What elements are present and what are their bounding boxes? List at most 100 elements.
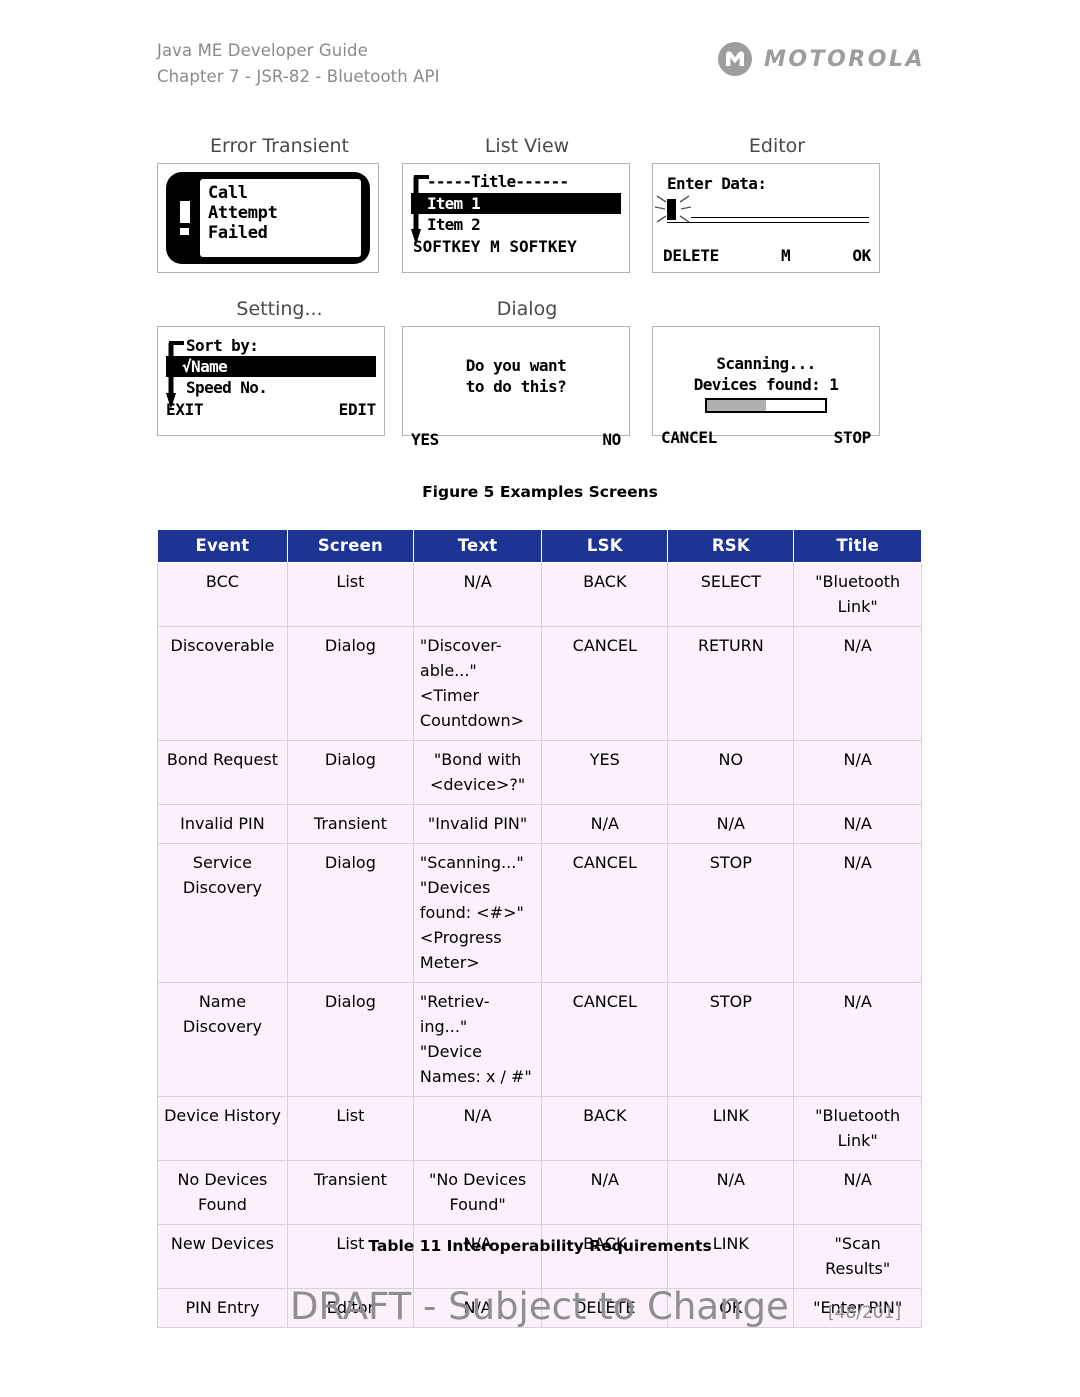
- table-row: BCC List N/A BACK SELECT "Bluetooth Link": [157, 562, 922, 627]
- list-item-selected[interactable]: Item 1: [411, 193, 621, 214]
- mockup-label-progress: [652, 298, 902, 320]
- figure-caption: Figure 5 Examples Screens: [422, 483, 658, 501]
- table-row: No Devices Found Transient "No Devices Fou…: [157, 1160, 922, 1225]
- cell-screen: Dialog: [286, 843, 414, 983]
- cell-text: "Discover-able..." <Timer Countdown>: [412, 626, 543, 741]
- cell-text: "Bond with <device>?": [412, 740, 543, 805]
- table-row: Invalid PIN Transient "Invalid PIN" N/A N/A N…: [157, 804, 922, 844]
- mockup-editor: Editor Enter Data: DELETE M OK: [652, 135, 902, 273]
- cell-title: N/A: [793, 982, 922, 1097]
- page-footer: DRAFT - Subject to Change [48/201]: [0, 1285, 1080, 1345]
- cell-screen: List: [286, 1096, 414, 1161]
- table-caption: Table 11 Interoperability Requirements: [368, 1237, 712, 1255]
- mockup-row-bottom: Setting... Sort by: √Name Speed No. EXIT…: [157, 298, 947, 449]
- cell-rsk: LINK: [667, 1096, 795, 1161]
- list-softkey-bar[interactable]: SOFTKEY M SOFTKEY: [411, 236, 621, 257]
- table-row: New Devices List N/A BACK LINK "Scan Results": [157, 1224, 922, 1289]
- phone-screen-setting: Sort by: √Name Speed No. EXIT EDIT: [157, 326, 385, 436]
- editor-line-2: [667, 222, 869, 223]
- mockup-label-dialog: Dialog: [496, 298, 558, 320]
- cell-title: "Scan Results": [793, 1224, 922, 1289]
- cell-rsk: STOP: [667, 843, 795, 983]
- progress-rsk[interactable]: STOP: [834, 428, 872, 447]
- motorola-logo: MOTOROLA: [718, 42, 925, 76]
- table-row: Name Discovery Dialog "Retriev-ing..." "Dev…: [157, 982, 922, 1097]
- list-title-line: -----Title------: [427, 172, 569, 191]
- cell-title: "Bluetooth Link": [793, 562, 922, 627]
- cell-lsk: CANCEL: [541, 982, 669, 1097]
- cell-rsk: RETURN: [667, 626, 795, 741]
- column-header-event: Event: [157, 529, 288, 563]
- cell-lsk: BACK: [541, 1096, 669, 1161]
- phone-screen-editor: Enter Data: DELETE M OK: [652, 163, 880, 273]
- setting-softkey-bar: EXIT EDIT: [166, 399, 376, 420]
- transient-line-3: Failed: [208, 223, 268, 243]
- table-header-row: Event Screen Text LSK RSK Title: [157, 529, 922, 563]
- setting-title-line: Sort by:: [186, 336, 259, 355]
- setting-item[interactable]: Speed No.: [166, 377, 376, 398]
- cell-screen: Dialog: [286, 740, 414, 805]
- cell-rsk: N/A: [667, 1160, 795, 1225]
- cell-rsk: STOP: [667, 982, 795, 1097]
- progress-softkey-bar: CANCEL STOP: [661, 428, 871, 447]
- cell-screen: Transient: [286, 1160, 414, 1225]
- editor-input-row[interactable]: [654, 195, 871, 223]
- mockup-label-error-transient: Error Transient: [209, 135, 350, 157]
- dialog-lsk[interactable]: YES: [411, 430, 439, 449]
- progress-lsk[interactable]: CANCEL: [661, 428, 717, 447]
- page-number: [48/201]: [828, 1303, 902, 1323]
- header-chapter: Chapter 7 - JSR-82 - Bluetooth API: [157, 67, 440, 86]
- transient-line-2: Attempt: [208, 203, 278, 223]
- cell-title: N/A: [793, 740, 922, 805]
- cell-rsk: SELECT: [667, 562, 795, 627]
- cell-text: N/A: [412, 562, 543, 627]
- cell-lsk: BACK: [541, 562, 669, 627]
- mockup-list-view: List View -----Title------ Item 1 Item 2…: [402, 135, 652, 273]
- phone-screen-list: -----Title------ Item 1 Item 2 SOFTKEY M…: [402, 163, 630, 273]
- cell-text: "Scanning..." "Devices found: <#>" <Progre…: [412, 843, 543, 983]
- cell-text: N/A: [412, 1224, 543, 1289]
- mockup-progress: Scanning... Devices found: 1 CANCEL STOP: [652, 298, 902, 447]
- cell-rsk: NO: [667, 740, 795, 805]
- motorola-wordmark: MOTOROLA: [764, 46, 925, 72]
- exclamation-icon: [177, 201, 192, 235]
- editor-rsk[interactable]: OK: [852, 246, 871, 266]
- cell-rsk: N/A: [667, 804, 795, 844]
- editor-lsk[interactable]: DELETE: [663, 246, 719, 266]
- table-row: Discoverable Dialog "Discover-able..." <Tim…: [157, 626, 922, 741]
- dialog-softkey-bar: YES NO: [411, 430, 621, 449]
- mockup-label-setting: Setting...: [236, 298, 323, 320]
- cell-event: No Devices Found: [157, 1160, 288, 1225]
- phone-screen-transient: Call Attempt Failed: [157, 163, 379, 273]
- example-screens-figure: Error Transient Call Attempt Failed List: [0, 135, 1080, 465]
- cell-title: N/A: [793, 804, 922, 844]
- mockup-label-editor: Editor: [748, 135, 806, 157]
- dialog-message-line-2: to do this?: [465, 377, 567, 396]
- editor-msk[interactable]: M: [781, 246, 791, 266]
- dialog-message-line-1: Do you want: [465, 356, 567, 375]
- page-header: Java ME Developer Guide Chapter 7 - JSR-…: [0, 38, 1080, 98]
- mockup-row-top: Error Transient Call Attempt Failed List: [157, 135, 947, 273]
- phone-screen-dialog: Do you want to do this? YES NO: [402, 326, 630, 449]
- transient-line-1: Call: [208, 183, 248, 203]
- interoperability-table-wrapper: Event Screen Text LSK RSK Title BCC List N…: [157, 529, 922, 1328]
- progress-meter-fill: [707, 400, 766, 411]
- cell-title: "Bluetooth Link": [793, 1096, 922, 1161]
- cell-lsk: N/A: [541, 1160, 669, 1225]
- list-item[interactable]: Item 2: [411, 214, 621, 235]
- setting-rsk[interactable]: EDIT: [339, 399, 377, 420]
- down-arrow-icon: [411, 175, 429, 245]
- dialog-rsk[interactable]: NO: [602, 430, 621, 449]
- cell-title: N/A: [793, 626, 922, 741]
- header-doc-info: Java ME Developer Guide Chapter 7 - JSR-…: [157, 38, 440, 90]
- column-header-screen: Screen: [286, 529, 414, 563]
- phone-screen-progress: Scanning... Devices found: 1 CANCEL STOP: [652, 326, 880, 447]
- cell-screen: List: [286, 1224, 414, 1289]
- progress-message: Scanning... Devices found: 1: [661, 353, 871, 395]
- cell-event: Bond Request: [157, 740, 288, 805]
- cell-event: Invalid PIN: [157, 804, 288, 844]
- cell-text: "Invalid PIN": [412, 804, 543, 844]
- cell-lsk: CANCEL: [541, 626, 669, 741]
- editor-prompt: Enter Data:: [667, 174, 767, 193]
- setting-item-selected[interactable]: √Name: [166, 356, 376, 377]
